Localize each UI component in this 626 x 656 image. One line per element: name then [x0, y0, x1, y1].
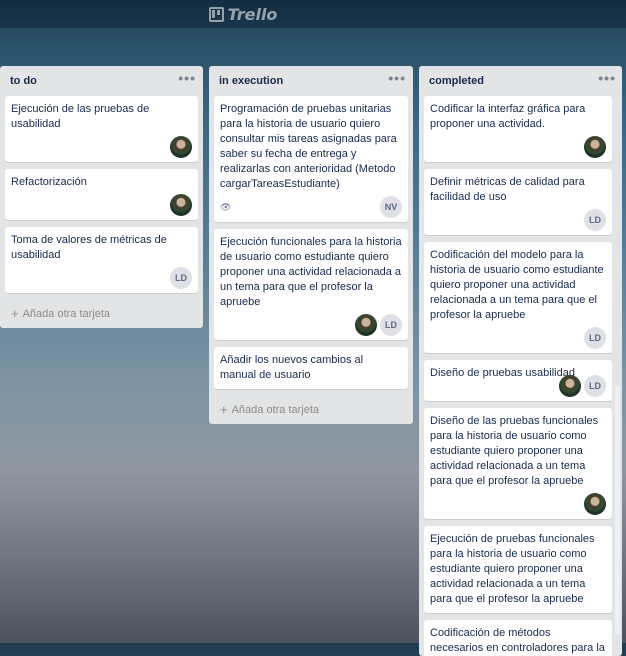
card-badges: LD — [430, 327, 606, 349]
avatar[interactable] — [584, 493, 606, 515]
card-members — [170, 136, 192, 158]
logo-text: Trello — [227, 4, 278, 24]
card-title: Codificar la interfaz gráfica para propo… — [430, 103, 586, 130]
card[interactable]: Refactorización — [5, 169, 198, 220]
avatar[interactable] — [584, 136, 606, 158]
card-members: LD — [170, 267, 192, 289]
list-menu-icon[interactable]: ••• — [178, 70, 196, 86]
avatar[interactable] — [355, 314, 377, 336]
card-members: LD — [355, 314, 402, 336]
card[interactable]: Toma de valores de métricas de usabilida… — [5, 227, 198, 293]
card[interactable]: Codificación de métodos necesarios en co… — [424, 620, 612, 656]
avatar[interactable]: NV — [380, 196, 402, 218]
card[interactable]: Ejecución funcionales para la historia d… — [214, 229, 408, 340]
card-title: Programación de pruebas unitarias para l… — [220, 103, 397, 190]
add-card-button[interactable]: + Añada otra tarjeta — [214, 396, 408, 419]
card-title: Codificación del modelo para la historia… — [430, 249, 604, 321]
card[interactable]: Añadir los nuevos cambios al manual de u… — [214, 347, 408, 389]
card-badges: LD — [430, 209, 606, 231]
avatar[interactable]: LD — [584, 209, 606, 231]
list-in-execution: in execution ••• Programación de pruebas… — [209, 66, 413, 424]
list-completed: completed ••• Codificar la interfaz gráf… — [419, 66, 622, 656]
card[interactable]: Diseño de las pruebas funcionales para l… — [424, 408, 612, 519]
card-badges: LD — [220, 314, 402, 336]
plus-icon: + — [11, 306, 19, 321]
card-badges: 👁 NV — [220, 196, 402, 218]
list-to-do: to do ••• Ejecución de las pruebas de us… — [0, 66, 203, 328]
card-members: NV — [380, 196, 402, 218]
add-card-label: Añada otra tarjeta — [231, 403, 320, 416]
card-title: Ejecución funcionales para la historia d… — [220, 236, 402, 308]
avatar[interactable] — [170, 136, 192, 158]
trello-logo[interactable]: Trello — [208, 4, 278, 24]
list-title[interactable]: to do — [10, 75, 37, 87]
card-title: Ejecución de pruebas funcionales para la… — [430, 533, 595, 605]
card-badges — [11, 194, 192, 216]
avatar[interactable]: LD — [584, 327, 606, 349]
list-header: completed ••• — [424, 66, 615, 96]
list-title[interactable]: in execution — [219, 75, 283, 87]
card[interactable]: Ejecución de pruebas funcionales para la… — [424, 526, 612, 613]
card-title: Refactorización — [11, 176, 87, 188]
card-members: LD — [559, 375, 606, 397]
top-bar: Trello — [0, 0, 626, 28]
card-members: LD — [584, 209, 606, 231]
avatar[interactable]: LD — [584, 375, 606, 397]
plus-icon: + — [220, 402, 228, 417]
card[interactable]: Programación de pruebas unitarias para l… — [214, 96, 408, 222]
avatar[interactable] — [170, 194, 192, 216]
card-title: Definir métricas de calidad para facilid… — [430, 176, 585, 203]
card-badges — [430, 493, 606, 515]
list-header: to do ••• — [5, 66, 198, 96]
list-menu-icon[interactable]: ••• — [598, 70, 616, 86]
card-title: Codificación de métodos necesarios en co… — [430, 627, 605, 654]
card[interactable]: Codificación del modelo para la historia… — [424, 242, 612, 353]
card-title: Toma de valores de métricas de usabilida… — [11, 234, 167, 261]
avatar[interactable]: LD — [380, 314, 402, 336]
add-card-button[interactable]: + Añada otra tarjeta — [5, 300, 198, 323]
card-title: Añadir los nuevos cambios al manual de u… — [220, 354, 364, 381]
card-title: Ejecución de las pruebas de usabilidad — [11, 103, 150, 130]
card-members — [170, 194, 192, 216]
card-badges — [11, 136, 192, 158]
list-header: in execution ••• — [214, 66, 408, 96]
card[interactable]: Ejecución de las pruebas de usabilidad — [5, 96, 198, 162]
list-menu-icon[interactable]: ••• — [388, 70, 406, 86]
card-title: Diseño de las pruebas funcionales para l… — [430, 415, 599, 487]
card-badges — [430, 136, 606, 158]
card-members: LD — [584, 327, 606, 349]
list-scrollbar[interactable] — [615, 385, 620, 635]
card-members — [584, 493, 606, 515]
list-title[interactable]: completed — [429, 75, 484, 87]
avatar[interactable] — [559, 375, 581, 397]
add-card-label: Añada otra tarjeta — [22, 307, 111, 320]
trello-icon — [208, 6, 224, 22]
card[interactable]: Definir métricas de calidad para facilid… — [424, 169, 612, 235]
card-members — [584, 136, 606, 158]
card[interactable]: Codificar la interfaz gráfica para propo… — [424, 96, 612, 162]
eye-icon: 👁 — [220, 201, 232, 212]
card[interactable]: Diseño de pruebas usabilidad LD — [424, 360, 612, 401]
card-badges: LD — [11, 267, 192, 289]
avatar[interactable]: LD — [170, 267, 192, 289]
